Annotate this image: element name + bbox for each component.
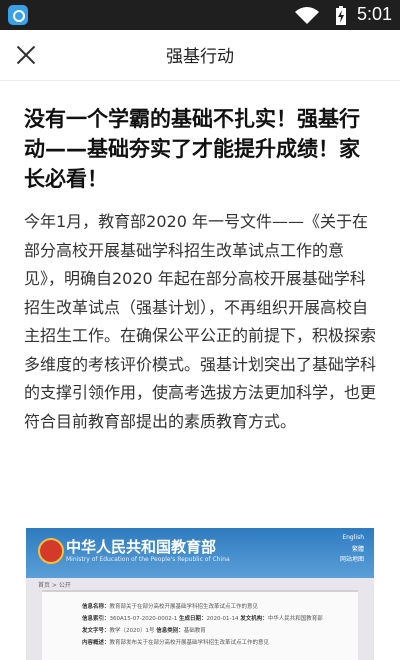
ministry-banner: 中华人民共和国教育部 Ministry of Education of the … [26,528,374,578]
national-emblem-icon [38,538,64,564]
top-link: 繁體 [351,546,364,553]
breadcrumb: 首页 > 公开 [38,582,71,589]
doc-row: 发文字号：教学〔2020〕1号 信息类别：基础教育 [82,628,206,634]
clock: 5:01 [357,4,393,24]
doc-row: 信息索引：360A15-07-2020-0002-1 生成日期：2020-01-… [82,616,323,622]
article-paragraph: 今年1月，教育部2020 年一号文件——《关于在部分高校开展基础学科招生改革试点… [24,212,377,431]
ministry-name-en: Ministry of Education of the People's Re… [66,556,230,563]
status-bar: 5:01 [0,0,400,30]
document-info-card: 信息名称：教育部关于在部分高校开展基础学科招生改革试点工作的意见 信息索引：36… [42,590,358,660]
title-bar: 强基行动 [0,30,400,81]
battery-charging-icon [336,6,346,25]
doc-row: 内容概述：教育部发布关于在部分高校开展基础学科招生改革试点工作的意见 [82,640,270,646]
doc-row: 信息名称：教育部关于在部分高校开展基础学科招生改革试点工作的意见 [82,604,259,610]
top-link: 网站地图 [339,556,364,563]
top-link: English [342,534,364,541]
app-icon [8,5,28,25]
wifi-icon [295,7,319,24]
ministry-name-cn: 中华人民共和国教育部 [66,538,217,556]
page-title: 强基行动 [166,47,234,67]
article-headline: 没有一个学霸的基础不扎实！强基行动——基础夯实了才能提升成绩！家长必看！ [24,107,360,191]
embedded-document-image: 中华人民共和国教育部 Ministry of Education of the … [26,528,374,660]
